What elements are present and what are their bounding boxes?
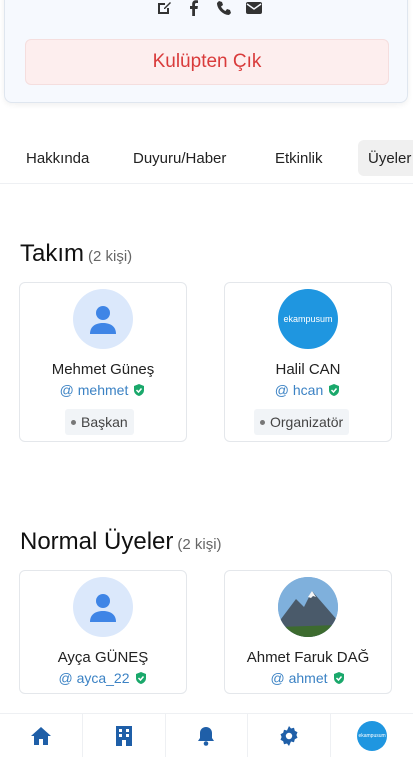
gear-icon [280,725,298,746]
member-username[interactable]: @ ayca_22 [58,670,129,686]
bell-icon [198,726,215,746]
profile-avatar-text: ekampusum [358,732,386,739]
mountain-photo [278,577,338,637]
verified-shield-icon [329,384,340,396]
member-name: Halil CAN [275,361,341,378]
avatar [73,577,133,637]
nav-profile[interactable]: ekampusum [331,714,413,757]
team-section-title: Takım (2 kişi) [20,240,132,268]
member-card[interactable]: Ayça GÜNEŞ @ ayca_22 [19,570,187,694]
role-badge: Organizatör [254,409,350,435]
tab-members[interactable]: Üyeler [358,140,413,176]
tab-events[interactable]: Etkinlik [275,140,323,176]
phone-icon[interactable] [215,0,233,17]
building-icon [115,725,132,746]
member-handle[interactable]: @ mehmet [20,382,186,398]
nav-clubs[interactable] [83,714,166,757]
edit-icon[interactable] [155,0,173,17]
avatar: ekampusum [278,289,338,349]
tab-news[interactable]: Duyuru/Haber [133,140,226,176]
regular-count: (2 kişi) [177,536,222,553]
role-label: Organizatör [270,414,344,430]
ekampusum-logo: ekampusum [283,314,333,324]
member-card[interactable]: Mehmet Güneş @ mehmet Başkan [19,282,187,442]
verified-shield-icon [134,384,145,396]
member-card[interactable]: ekampusum Halil CAN @ hcan Organizatör [224,282,392,442]
role-dot [260,419,265,425]
member-username[interactable]: @ mehmet [60,382,129,398]
club-header-card: Kulüpten Çık [4,0,408,103]
contact-icons [155,0,263,17]
member-name: Ayça GÜNEŞ [57,649,149,666]
nav-home[interactable] [0,714,83,757]
default-avatar-icon [90,594,116,622]
member-card[interactable]: Ahmet Faruk DAĞ @ ahmet [224,570,392,694]
verified-shield-icon [333,672,344,684]
regular-title: Normal Üyeler [20,528,174,555]
member-handle[interactable]: @ ahmet [225,670,391,686]
team-title: Takım [20,240,85,267]
role-dot [71,419,76,425]
role-badge: Başkan [65,409,134,435]
member-name: Ahmet Faruk DAĞ [246,649,370,666]
member-handle[interactable]: @ ayca_22 [20,670,186,686]
bottom-nav: ekampusum [0,713,413,757]
nav-notifications[interactable] [166,714,249,757]
facebook-icon[interactable] [185,0,203,17]
member-username[interactable]: @ hcan [275,382,323,398]
team-count: (2 kişi) [88,248,133,265]
member-username[interactable]: @ ahmet [270,670,327,686]
nav-settings[interactable] [248,714,332,757]
avatar [278,577,338,637]
tab-about[interactable]: Hakkında [26,140,89,176]
leave-club-button[interactable]: Kulüpten Çık [25,39,389,85]
club-tabs: Hakkında Duyuru/Haber Etkinlik Üyeler [0,138,413,184]
regular-section-title: Normal Üyeler (2 kişi) [20,528,222,556]
home-icon [30,726,51,745]
mail-icon[interactable] [245,0,263,17]
verified-shield-icon [135,672,146,684]
profile-avatar[interactable]: ekampusum [357,720,388,751]
member-handle[interactable]: @ hcan [225,382,391,398]
default-avatar-icon [90,306,116,334]
member-name: Mehmet Güneş [51,361,155,378]
avatar [73,289,133,349]
role-label: Başkan [81,414,128,430]
